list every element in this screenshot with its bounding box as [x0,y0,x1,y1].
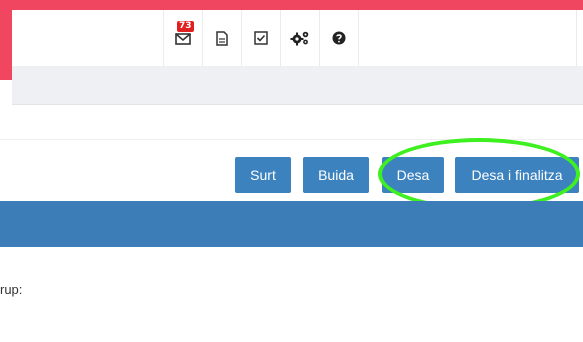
settings-button[interactable] [280,10,319,66]
separator-line [0,139,583,140]
left-frame-bar [0,0,12,80]
gears-icon [290,31,309,46]
group-field-label: rup: [0,282,23,297]
top-frame-bar [0,0,583,10]
exit-button[interactable]: Surt [235,157,291,193]
help-icon [332,31,346,45]
save-button[interactable]: Desa [382,157,444,193]
document-icon [216,30,228,46]
clear-button[interactable]: Buida [303,157,369,193]
checkbox-icon [254,31,268,45]
toolbar-icons: 73 [163,10,359,66]
documents-button[interactable] [202,10,241,66]
mail-count-badge: 73 [177,21,194,32]
save-and-finish-button[interactable]: Desa i finalitza [455,157,579,193]
sub-navigation-bar [12,66,583,105]
toolbar-divider [576,10,577,66]
top-toolbar: 73 [12,10,583,67]
section-header [0,201,583,247]
tasks-button[interactable] [241,10,280,66]
mail-icon [175,33,191,45]
help-button[interactable] [319,10,359,66]
notifications-button[interactable]: 73 [163,10,202,66]
